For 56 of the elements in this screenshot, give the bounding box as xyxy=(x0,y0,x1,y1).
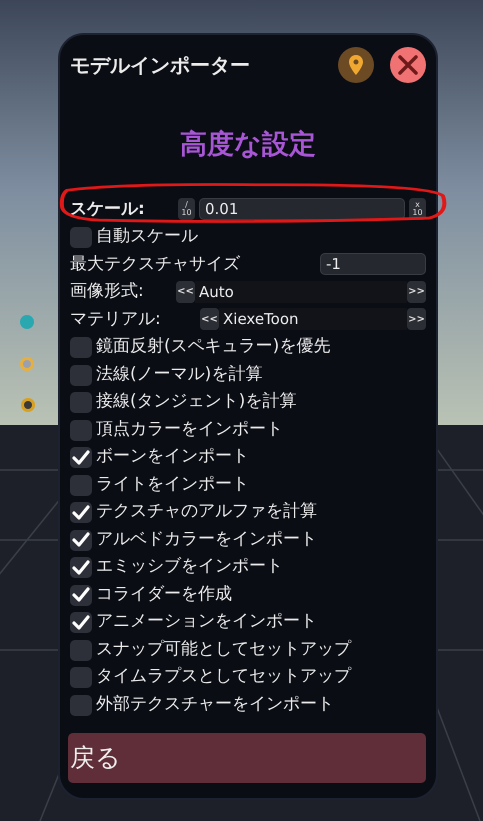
check-icon xyxy=(72,614,90,631)
checkbox-label: 鏡面反射(スペキュラー)を優先 xyxy=(96,338,330,356)
field-label: 最大テクスチャサイズ xyxy=(70,256,241,273)
checkbox[interactable] xyxy=(70,612,92,634)
checkbox[interactable] xyxy=(70,694,92,716)
divide-button[interactable]: / 10 xyxy=(178,198,195,220)
close-icon xyxy=(398,55,418,75)
checkbox[interactable] xyxy=(70,557,92,578)
checkbox-label: 法線(ノーマル)を計算 xyxy=(96,366,262,383)
checkbox[interactable] xyxy=(70,530,92,551)
selector-label: マテリアル: xyxy=(70,310,162,328)
close-button[interactable] xyxy=(390,47,426,83)
checkbox-label: テクスチャのアルファを計算 xyxy=(96,503,317,520)
checkbox-label: ボーンをインポート xyxy=(96,448,249,466)
back-button[interactable]: 戻る xyxy=(68,733,426,783)
next-button[interactable]: >> xyxy=(407,280,426,303)
checkbox[interactable] xyxy=(70,502,92,524)
check-icon xyxy=(72,504,90,521)
scale-field[interactable]: 0.01 xyxy=(199,198,405,220)
checkbox-label: ライトをインポート xyxy=(96,476,249,493)
scale-label: スケール: xyxy=(70,200,146,218)
map-pin-icon xyxy=(348,54,364,76)
checkbox[interactable] xyxy=(70,474,92,496)
check-icon xyxy=(72,532,90,548)
check-icon xyxy=(72,560,90,576)
next-button[interactable]: >> xyxy=(407,308,426,330)
checkbox[interactable] xyxy=(70,640,92,661)
checkbox[interactable] xyxy=(70,392,92,414)
checkbox-label: エミッシブをインポート xyxy=(96,558,283,576)
section-heading: 高度な設定 xyxy=(179,128,317,162)
previous-button[interactable]: << xyxy=(200,308,219,330)
selector-value: XiexeToon xyxy=(219,308,407,330)
checkbox-label: アルベドカラーをインポート xyxy=(96,530,317,548)
checkbox-label: 頂点カラーをインポート xyxy=(96,420,283,438)
checkbox[interactable] xyxy=(70,447,92,468)
checkbox-label: アニメーションをインポート xyxy=(96,613,317,630)
window-title: モデルインポーター xyxy=(70,52,251,79)
checkbox-label: 接線(タンジェント)を計算 xyxy=(96,393,296,410)
previous-button[interactable]: << xyxy=(176,280,195,303)
checkbox-label: 自動スケール xyxy=(96,228,198,246)
checkbox-label: 外部テクスチャーをインポート xyxy=(96,696,334,713)
checkbox[interactable] xyxy=(70,667,92,688)
check-icon xyxy=(72,587,90,604)
selector-label: 画像形式: xyxy=(70,283,145,300)
checkbox[interactable] xyxy=(70,584,92,606)
checkbox-label: コライダーを作成 xyxy=(96,586,232,603)
checkbox[interactable] xyxy=(70,364,92,386)
check-icon xyxy=(72,450,90,466)
number-field[interactable]: -1 xyxy=(320,253,426,276)
checkbox[interactable] xyxy=(70,420,92,441)
checkbox-label: スナップ可能としてセットアップ xyxy=(96,640,351,658)
location-button[interactable] xyxy=(338,47,374,83)
checkbox[interactable] xyxy=(70,227,92,248)
checkbox-label: タイムラプスとしてセットアップ xyxy=(96,668,351,686)
selector-value: Auto xyxy=(195,280,407,303)
checkbox[interactable] xyxy=(70,337,92,358)
